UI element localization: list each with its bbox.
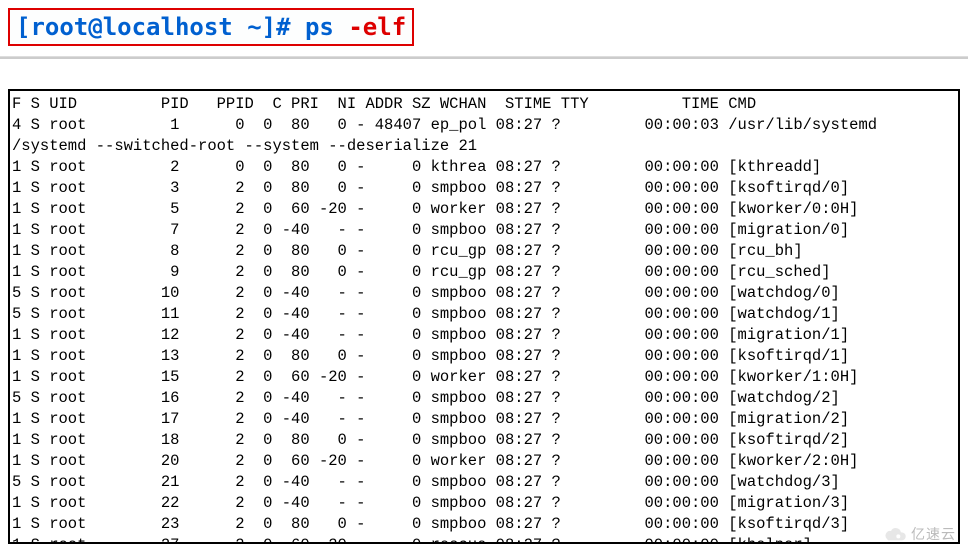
watermark-text: 亿速云 <box>911 526 956 542</box>
shell-prompt: [root@localhost ~]# <box>16 13 305 41</box>
ps-header: F S UID PID PPID C PRI NI ADDR SZ WCHAN … <box>12 94 956 115</box>
command-arg: -elf <box>348 13 406 41</box>
watermark: 亿速云 <box>881 524 956 544</box>
command-box: [root@localhost ~]# ps -elf <box>8 8 414 46</box>
cloud-icon <box>881 527 909 543</box>
terminal-output: F S UID PID PPID C PRI NI ADDR SZ WCHAN … <box>8 89 960 544</box>
ps-body: 4 S root 1 0 0 80 0 - 48407 ep_pol 08:27… <box>12 115 956 544</box>
command-base: ps <box>305 13 348 41</box>
divider <box>0 56 968 59</box>
